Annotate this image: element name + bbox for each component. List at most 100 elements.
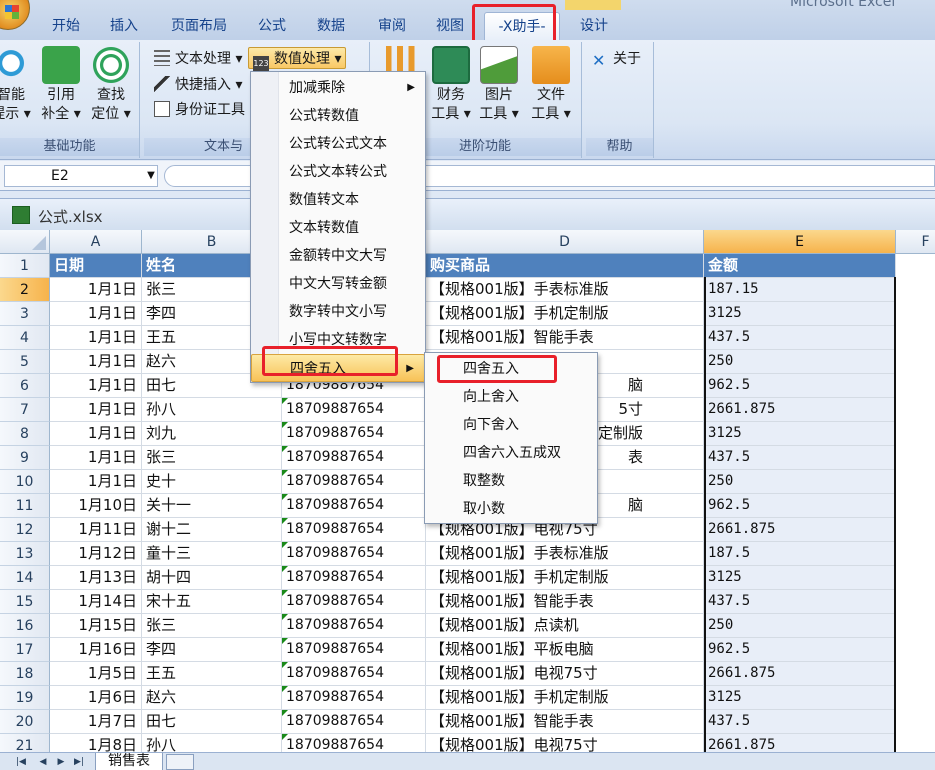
table-cell[interactable]: 【规格001版】平板电脑 bbox=[426, 638, 704, 662]
row-header[interactable]: 5 bbox=[0, 350, 50, 374]
table-cell[interactable]: 谢十二 bbox=[142, 518, 282, 542]
name-box[interactable]: E2 bbox=[4, 165, 158, 187]
table-cell[interactable]: 18709887654 bbox=[282, 494, 426, 518]
tab-x-helper[interactable]: -X助手- bbox=[484, 12, 560, 40]
table-cell[interactable]: 1月13日 bbox=[50, 566, 142, 590]
menu-item[interactable]: 四舍五入 ▶ bbox=[251, 354, 425, 382]
table-cell[interactable]: 【规格001版】智能手表 bbox=[426, 710, 704, 734]
insert-sheet-icon[interactable] bbox=[166, 754, 194, 770]
table-cell[interactable]: 1月1日 bbox=[50, 350, 142, 374]
menu-item[interactable]: 数字转中文小写 bbox=[251, 298, 425, 326]
reference-complete-button[interactable]: 引用 补全 ▾ bbox=[38, 46, 84, 124]
table-cell[interactable]: 18709887654 bbox=[282, 638, 426, 662]
tab-design[interactable]: 设计 bbox=[568, 12, 620, 40]
table-cell[interactable]: 1月5日 bbox=[50, 662, 142, 686]
table-cell[interactable]: 【规格001版】手机定制版 bbox=[426, 686, 704, 710]
table-cell[interactable]: 宋十五 bbox=[142, 590, 282, 614]
find-locate-button[interactable]: 查找 定位 ▾ bbox=[88, 46, 134, 124]
table-cell[interactable]: 962.5 bbox=[704, 638, 896, 662]
table-cell[interactable]: 田七 bbox=[142, 710, 282, 734]
table-cell[interactable]: 2661.875 bbox=[704, 398, 896, 422]
table-cell[interactable]: 18709887654 bbox=[282, 614, 426, 638]
column-header-a[interactable]: A bbox=[50, 230, 142, 254]
menu-item[interactable]: 金额转中文大写 bbox=[251, 242, 425, 270]
header-cell[interactable]: 日期 bbox=[50, 254, 142, 278]
table-cell[interactable]: 1月1日 bbox=[50, 398, 142, 422]
menu-item[interactable]: 中文大写转金额 bbox=[251, 270, 425, 298]
about-button[interactable]: ✕ 关于 bbox=[592, 48, 641, 70]
row-header[interactable]: 10 bbox=[0, 470, 50, 494]
table-cell[interactable]: 1月10日 bbox=[50, 494, 142, 518]
table-cell[interactable]: 【规格001版】智能手表 bbox=[426, 590, 704, 614]
table-cell[interactable]: 童十三 bbox=[142, 542, 282, 566]
table-cell[interactable]: 18709887654 bbox=[282, 734, 426, 752]
tab-review[interactable]: 审阅 bbox=[366, 12, 418, 40]
row-header[interactable]: 3 bbox=[0, 302, 50, 326]
table-cell[interactable]: 250 bbox=[704, 350, 896, 374]
table-cell[interactable]: 2661.875 bbox=[704, 518, 896, 542]
submenu-item[interactable]: 取小数 bbox=[425, 495, 597, 523]
table-cell[interactable]: 18709887654 bbox=[282, 398, 426, 422]
table-cell[interactable]: 437.5 bbox=[704, 590, 896, 614]
table-cell[interactable]: 赵六 bbox=[142, 686, 282, 710]
table-cell[interactable]: 【规格001版】手表标准版 bbox=[426, 542, 704, 566]
row-header[interactable]: 11 bbox=[0, 494, 50, 518]
table-cell[interactable]: 18709887654 bbox=[282, 566, 426, 590]
column-header-e[interactable]: E bbox=[704, 230, 896, 254]
row-header[interactable]: 14 bbox=[0, 566, 50, 590]
row-header[interactable]: 16 bbox=[0, 614, 50, 638]
table-cell[interactable]: 刘九 bbox=[142, 422, 282, 446]
row-header[interactable]: 8 bbox=[0, 422, 50, 446]
row-header[interactable]: 15 bbox=[0, 590, 50, 614]
table-cell[interactable]: 1月1日 bbox=[50, 278, 142, 302]
row-header[interactable]: 19 bbox=[0, 686, 50, 710]
name-box-dropdown-icon[interactable]: ▼ bbox=[144, 165, 158, 187]
table-cell[interactable]: 437.5 bbox=[704, 446, 896, 470]
table-cell[interactable]: 18709887654 bbox=[282, 710, 426, 734]
row-header[interactable]: 9 bbox=[0, 446, 50, 470]
table-cell[interactable]: 【规格001版】手机定制版 bbox=[426, 302, 704, 326]
menu-item[interactable]: 数值转文本 bbox=[251, 186, 425, 214]
tab-data[interactable]: 数据 bbox=[305, 12, 357, 40]
tab-home[interactable]: 开始 bbox=[40, 12, 92, 40]
table-cell[interactable]: 1月15日 bbox=[50, 614, 142, 638]
table-cell[interactable]: 孙八 bbox=[142, 398, 282, 422]
table-cell[interactable]: 胡十四 bbox=[142, 566, 282, 590]
row-header[interactable]: 4 bbox=[0, 326, 50, 350]
table-cell[interactable]: 【规格001版】电视75寸 bbox=[426, 734, 704, 752]
table-cell[interactable]: 【规格001版】点读机 bbox=[426, 614, 704, 638]
table-cell[interactable]: 2661.875 bbox=[704, 662, 896, 686]
table-cell[interactable]: 18709887654 bbox=[282, 590, 426, 614]
table-cell[interactable]: 18709887654 bbox=[282, 542, 426, 566]
table-cell[interactable]: 张三 bbox=[142, 446, 282, 470]
sheet-tab-sales[interactable]: 销售表 bbox=[95, 753, 163, 770]
table-cell[interactable]: 1月1日 bbox=[50, 326, 142, 350]
table-cell[interactable]: 史十 bbox=[142, 470, 282, 494]
finance-tool-button[interactable]: 财务 工具 ▾ bbox=[428, 46, 474, 124]
table-cell[interactable]: 【规格001版】手机定制版 bbox=[426, 566, 704, 590]
column-header-f[interactable]: F bbox=[896, 230, 935, 254]
table-cell[interactable]: 1月16日 bbox=[50, 638, 142, 662]
number-process-button[interactable]: 123 数值处理 ▾ bbox=[248, 47, 347, 72]
table-cell[interactable]: 2661.875 bbox=[704, 734, 896, 752]
table-cell[interactable]: 187.5 bbox=[704, 542, 896, 566]
row-header[interactable]: 17 bbox=[0, 638, 50, 662]
submenu-item[interactable]: 向下舍入 bbox=[425, 411, 597, 439]
table-cell[interactable]: 1月12日 bbox=[50, 542, 142, 566]
table-cell[interactable]: 【规格001版】电视75寸 bbox=[426, 662, 704, 686]
row-header[interactable]: 6 bbox=[0, 374, 50, 398]
table-cell[interactable]: 18709887654 bbox=[282, 422, 426, 446]
table-cell[interactable]: 18709887654 bbox=[282, 446, 426, 470]
submenu-item[interactable]: 取整数 bbox=[425, 467, 597, 495]
table-cell[interactable]: 962.5 bbox=[704, 494, 896, 518]
table-cell[interactable]: 【规格001版】手表标准版 bbox=[426, 278, 704, 302]
table-cell[interactable]: 437.5 bbox=[704, 710, 896, 734]
menu-item[interactable]: 公式文本转公式 bbox=[251, 158, 425, 186]
header-cell[interactable]: 金额 bbox=[704, 254, 896, 278]
table-cell[interactable]: 关十一 bbox=[142, 494, 282, 518]
next-sheet-icon[interactable]: ▶ bbox=[54, 754, 68, 770]
menu-item[interactable]: 文本转数值 bbox=[251, 214, 425, 242]
row-header[interactable]: 20 bbox=[0, 710, 50, 734]
tab-view[interactable]: 视图 bbox=[424, 12, 476, 40]
table-cell[interactable]: 3125 bbox=[704, 302, 896, 326]
